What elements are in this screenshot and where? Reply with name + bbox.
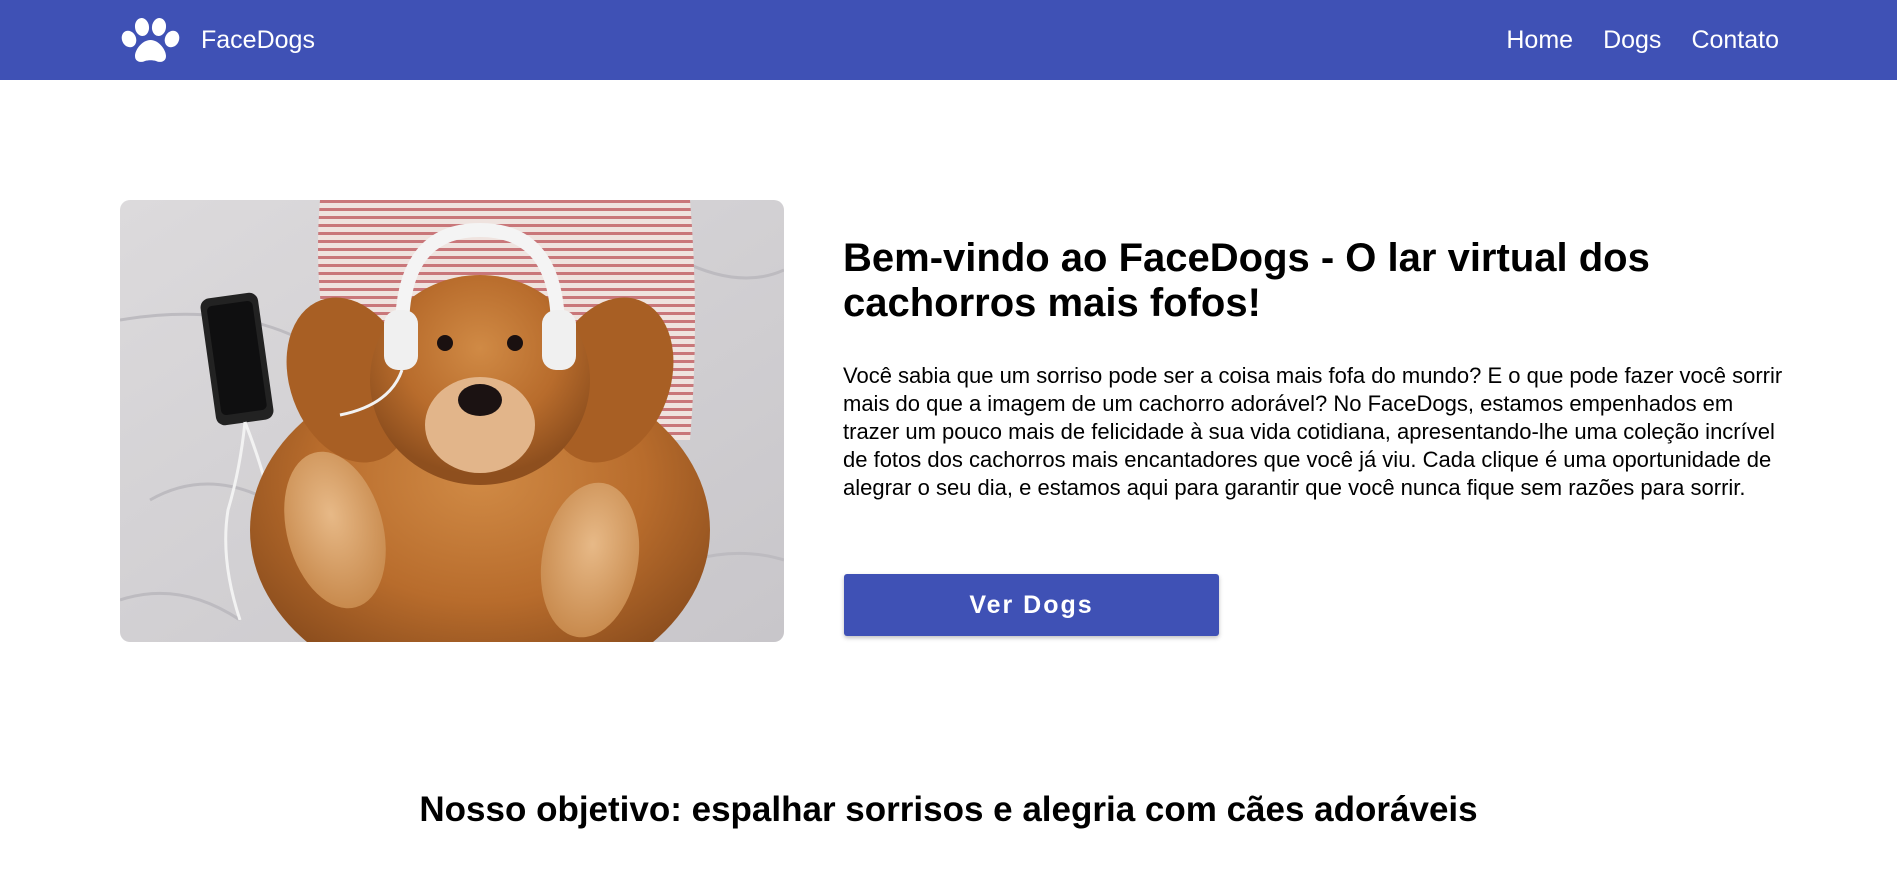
ver-dogs-button[interactable]: Ver Dogs	[844, 574, 1219, 636]
brand-link[interactable]: FaceDogs	[120, 17, 315, 63]
nav-links: Home Dogs Contato	[1506, 0, 1779, 80]
nav-link-contato[interactable]: Contato	[1691, 27, 1779, 53]
navbar: FaceDogs Home Dogs Contato	[0, 0, 1897, 80]
brand-name: FaceDogs	[201, 25, 315, 54]
hero-title: Bem-vindo ao FaceDogs - O lar virtual do…	[843, 236, 1650, 325]
mission-title: Nosso objetivo: espalhar sorrisos e aleg…	[419, 790, 1478, 829]
nav-link-home[interactable]: Home	[1506, 27, 1573, 53]
nav-link-dogs[interactable]: Dogs	[1603, 27, 1661, 53]
paw-icon	[121, 18, 180, 62]
dog-headphones-photo	[120, 200, 784, 642]
hero-description: Você sabia que um sorriso pode ser a coi…	[843, 363, 1783, 500]
